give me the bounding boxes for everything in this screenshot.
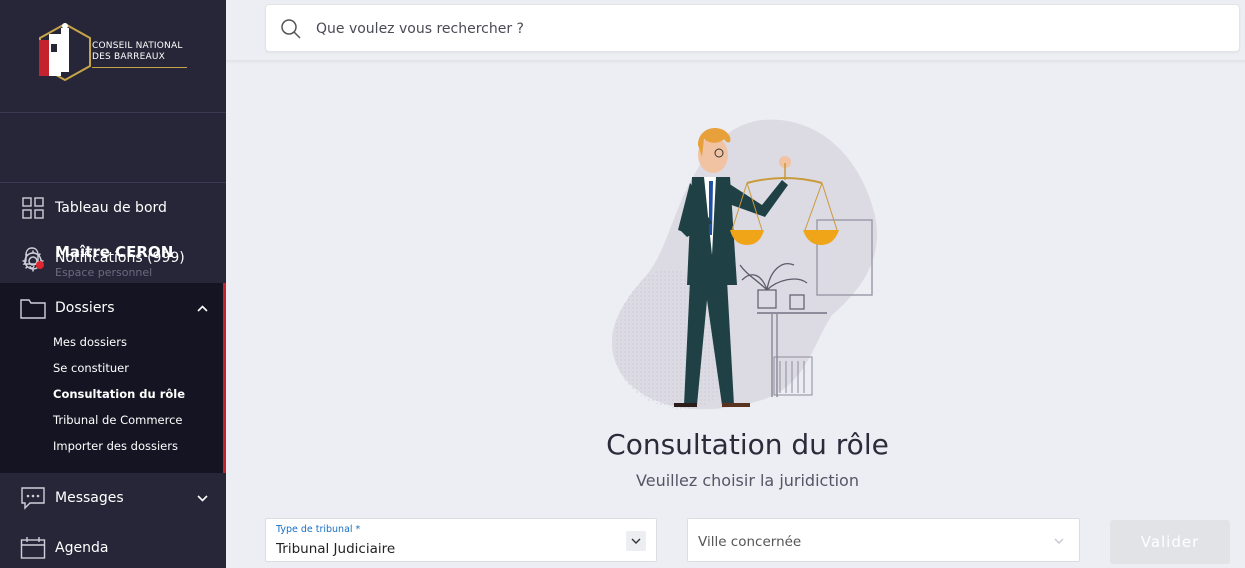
nav-agenda[interactable]: Agenda (0, 523, 226, 568)
folder-icon (20, 295, 46, 321)
cnb-logo-icon (39, 22, 91, 82)
tribunal-type-value: Tribunal Judiciaire (276, 541, 396, 557)
nav-dossiers-label: Dossiers (55, 300, 115, 316)
chevron-down-icon[interactable] (1049, 531, 1069, 551)
header-shadow (226, 60, 1245, 64)
chevron-down-icon[interactable] (626, 531, 646, 551)
nav-agenda-label: Agenda (55, 540, 109, 556)
nav-dashboard[interactable]: Tableau de bord (0, 183, 226, 233)
lawyer-scales-illustration (612, 119, 877, 410)
search-icon[interactable] (280, 18, 302, 40)
brand-line-1: CONSEIL NATIONAL (92, 41, 183, 51)
subnav-tribunal-commerce[interactable]: Tribunal de Commerce (53, 413, 182, 427)
dossiers-section: Dossiers Mes dossiers Se constituer Cons… (0, 283, 226, 473)
logo[interactable]: CONSEIL NATIONAL DES BARREAUX (0, 0, 226, 113)
search-bar (265, 4, 1240, 52)
tribunal-type-select[interactable]: Type de tribunal * Tribunal Judiciaire (265, 518, 657, 562)
ville-select[interactable]: Ville concernée (687, 518, 1080, 562)
chevron-down-icon[interactable] (197, 491, 208, 505)
nav-messages-label: Messages (55, 490, 124, 506)
tribunal-type-label: Type de tribunal * (276, 524, 361, 535)
subnav-mes-dossiers[interactable]: Mes dossiers (53, 335, 127, 349)
nav-notifications-label: Notifications (999) (55, 250, 185, 266)
nav-dashboard-label: Tableau de bord (55, 200, 167, 216)
nav-notifications[interactable]: Notifications (999) (0, 233, 226, 283)
brand-line-2: DES BARREAUX (92, 52, 166, 62)
subnav-se-constituer[interactable]: Se constituer (53, 361, 129, 375)
sidebar: CONSEIL NATIONAL DES BARREAUX Maître CER… (0, 0, 226, 568)
page-subtitle: Veuillez choisir la juridiction (636, 471, 859, 490)
ville-placeholder: Ville concernée (698, 534, 802, 550)
brand-name: CONSEIL NATIONAL DES BARREAUX (92, 41, 183, 63)
dashboard-icon (20, 195, 46, 221)
brand-underline (92, 67, 187, 68)
subnav-importer-dossiers[interactable]: Importer des dossiers (53, 439, 178, 453)
nav-messages[interactable]: Messages (0, 473, 226, 523)
search-input[interactable] (316, 13, 1216, 45)
nav-dossiers[interactable]: Dossiers (0, 283, 226, 333)
chevron-up-icon[interactable] (197, 301, 208, 315)
profile-section[interactable]: Maître CERON Espace personnel (0, 113, 226, 279)
subnav-consultation-role[interactable]: Consultation du rôle (53, 387, 185, 401)
bell-icon (20, 245, 46, 271)
page-title: Consultation du rôle (606, 428, 889, 461)
valider-button[interactable]: Valider (1110, 520, 1230, 564)
calendar-icon (20, 535, 46, 561)
message-icon (20, 485, 46, 511)
